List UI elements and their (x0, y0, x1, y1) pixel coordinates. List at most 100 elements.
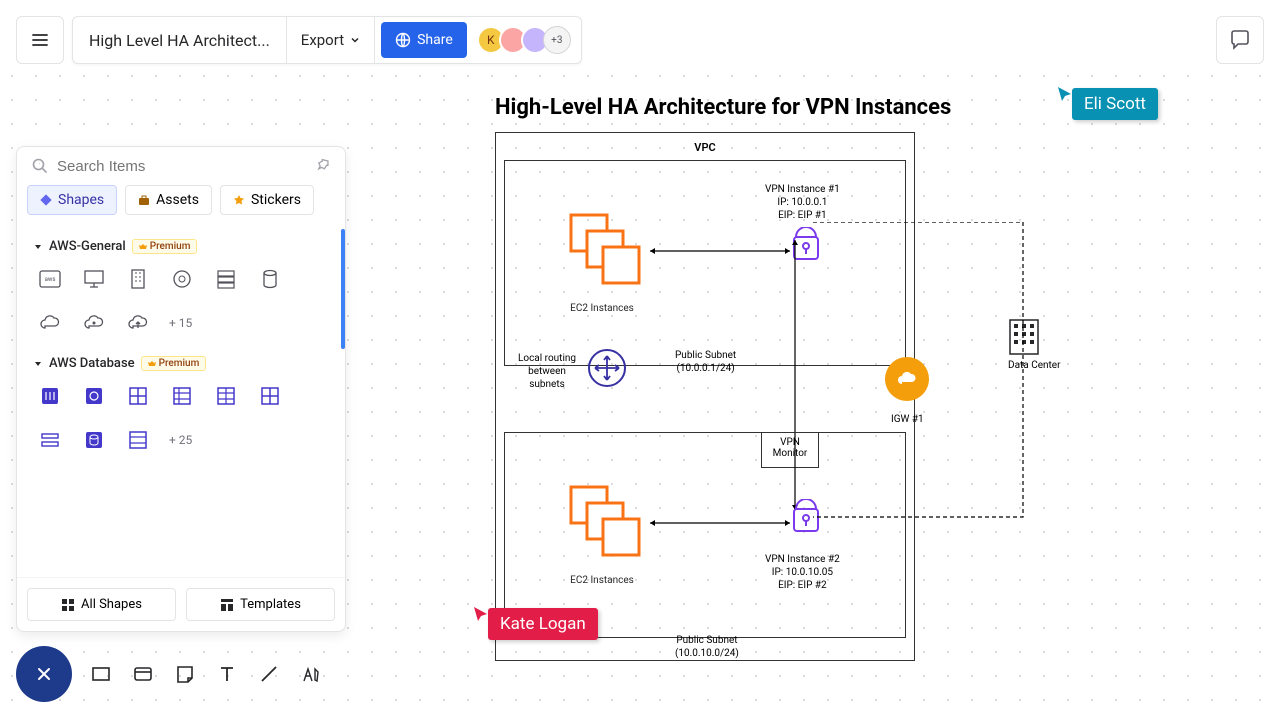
cursor-eli-label: Eli Scott (1072, 88, 1158, 120)
aws-logo-icon[interactable]: aws (37, 266, 63, 292)
db-icon-9[interactable] (125, 427, 151, 453)
text-tool[interactable] (214, 661, 240, 687)
db-icon-6[interactable] (257, 383, 283, 409)
chevron-down-icon (350, 35, 360, 45)
shapes-icon (61, 598, 75, 612)
svg-text:aws: aws (45, 276, 56, 283)
cursor-kate-label: Kate Logan (488, 608, 598, 640)
panel-footer: All Shapes Templates (17, 577, 345, 631)
export-label: Export (301, 31, 344, 49)
document-title[interactable]: High Level HA Architect... (73, 17, 287, 63)
ec2-label-2: EC2 Instances (557, 575, 647, 586)
category-aws-general[interactable]: AWS-General Premium (27, 229, 335, 260)
cat1-more[interactable]: + 15 (169, 316, 192, 330)
cursor-eli: Eli Scott (1056, 88, 1158, 120)
premium-badge: Premium (132, 239, 198, 254)
briefcase-icon (138, 194, 150, 206)
close-icon (34, 664, 54, 684)
search-icon (31, 157, 49, 175)
star-icon (233, 194, 245, 206)
server-icon[interactable] (213, 266, 239, 292)
search-row (17, 147, 345, 185)
diagram-canvas[interactable]: High-Level HA Architecture for VPN Insta… (495, 95, 1195, 661)
pill-shapes[interactable]: Shapes (27, 185, 117, 215)
aws-database-icons: + 25 (27, 377, 335, 463)
vpn-instance-1-text: VPN Instance #1IP: 10.0.0.1EIP: EIP #1 (765, 183, 840, 222)
aws-general-icons: aws + 15 (27, 260, 335, 346)
pill-stickers[interactable]: Stickers (220, 185, 314, 215)
ec2-label-1: EC2 Instances (557, 303, 647, 314)
db-icon-4[interactable] (169, 383, 195, 409)
subnet2-caption: Public Subnet(10.0.10.0/24) (675, 634, 739, 660)
ec2-stack-icon (567, 211, 647, 291)
avatar-group[interactable]: K +3 (473, 26, 581, 54)
disc-icon[interactable] (169, 266, 195, 292)
diamond-icon (40, 194, 52, 206)
export-button[interactable]: Export (287, 17, 375, 63)
db-icon-7[interactable] (37, 427, 63, 453)
local-routing-text: Local routing between subnets (517, 352, 577, 391)
share-label: Share (417, 32, 453, 48)
category-pills: Shapes Assets Stickers (17, 185, 345, 223)
cat2-more[interactable]: + 25 (169, 433, 192, 447)
cloud-icon[interactable] (37, 310, 63, 336)
all-shapes-button[interactable]: All Shapes (27, 588, 176, 621)
chevron-down-icon (33, 359, 43, 369)
category-list[interactable]: AWS-General Premium aws + 15 AWS Databas… (17, 223, 345, 577)
crown-icon (139, 243, 147, 251)
rectangle-tool[interactable] (88, 661, 114, 687)
ec2-instances-2[interactable] (567, 483, 647, 563)
topbar: High Level HA Architect... Export Share … (16, 16, 582, 64)
comment-button[interactable] (1216, 16, 1264, 64)
templates-button[interactable]: Templates (186, 588, 335, 621)
category-aws-database[interactable]: AWS Database Premium (27, 346, 335, 377)
cursor-kate: Kate Logan (472, 608, 598, 640)
db-icon-2[interactable] (81, 383, 107, 409)
pill-assets-label: Assets (156, 192, 199, 208)
vpc-label: VPC (504, 139, 906, 160)
db-icon-1[interactable] (37, 383, 63, 409)
line-tool[interactable] (256, 661, 282, 687)
monitor-icon[interactable] (81, 266, 107, 292)
cat2-name: AWS Database (49, 356, 135, 371)
subnet1-caption: Public Subnet(10.0.0.1/24) (675, 349, 736, 375)
routing-icon[interactable] (587, 348, 627, 388)
pill-stickers-label: Stickers (251, 192, 301, 208)
note-tool[interactable] (172, 661, 198, 687)
all-shapes-label: All Shapes (81, 597, 142, 612)
pin-icon[interactable] (312, 155, 335, 178)
db-icon-8[interactable] (81, 427, 107, 453)
connector-dashed (813, 222, 1033, 522)
shapes-panel: Shapes Assets Stickers AWS-General Premi… (16, 146, 346, 632)
ec2-instances-1[interactable] (567, 211, 647, 291)
cloud-upload-icon[interactable] (125, 310, 151, 336)
cat1-name: AWS-General (49, 239, 126, 254)
pen-tool[interactable] (298, 661, 324, 687)
close-tools-button[interactable] (16, 646, 72, 702)
connector-2 (645, 519, 795, 527)
hamburger-icon (30, 30, 50, 50)
pill-assets[interactable]: Assets (125, 185, 212, 215)
cloud-fill-icon[interactable] (81, 310, 107, 336)
connector-1 (645, 247, 795, 255)
bottom-toolbar (16, 646, 324, 702)
share-button[interactable]: Share (381, 22, 467, 58)
search-input[interactable] (57, 158, 307, 175)
comment-icon (1229, 29, 1251, 51)
globe-icon (395, 32, 411, 48)
avatar-more[interactable]: +3 (543, 26, 571, 54)
pill-shapes-label: Shapes (58, 192, 104, 208)
db-icon-3[interactable] (125, 383, 151, 409)
templates-label: Templates (240, 597, 301, 612)
card-tool[interactable] (130, 661, 156, 687)
crown-icon (148, 360, 156, 368)
title-export-group: High Level HA Architect... Export Share … (72, 16, 582, 64)
db-icon-5[interactable] (213, 383, 239, 409)
ec2-stack-icon (567, 483, 647, 563)
building-icon[interactable] (125, 266, 151, 292)
cylinder-icon[interactable] (257, 266, 283, 292)
vpn-instance-2-text: VPN Instance #2IP: 10.0.10.05EIP: EIP #2 (765, 553, 840, 592)
templates-icon (220, 598, 234, 612)
chevron-down-icon (33, 242, 43, 252)
menu-button[interactable] (16, 16, 64, 64)
